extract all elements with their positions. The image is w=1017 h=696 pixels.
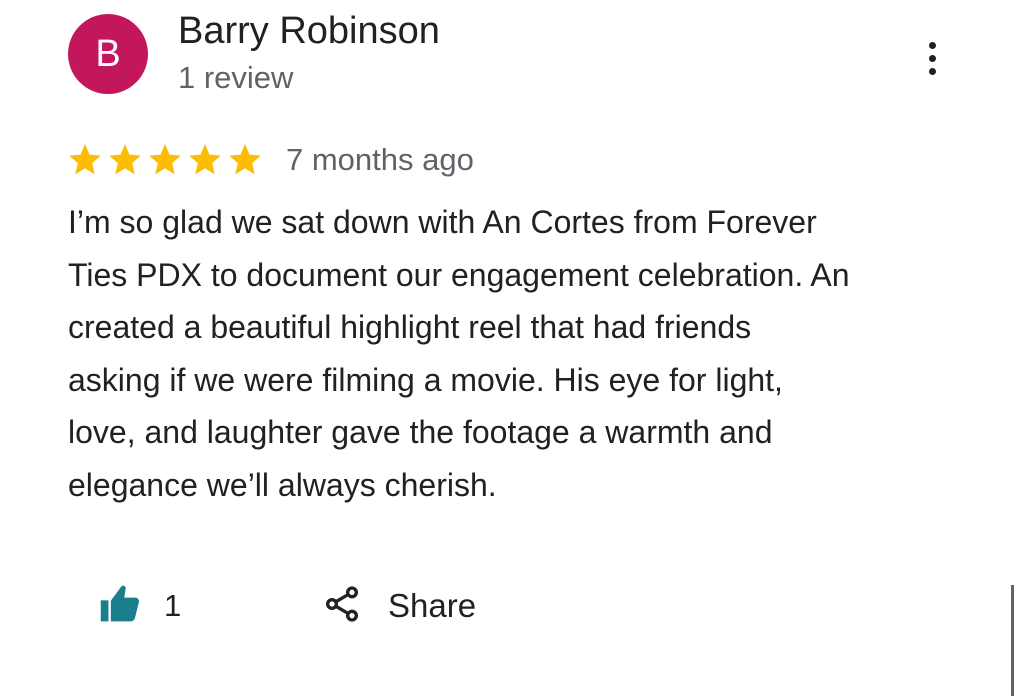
more-options-button[interactable] xyxy=(912,38,952,78)
star-icon xyxy=(186,141,224,179)
star-icon xyxy=(66,141,104,179)
review-card: B Barry Robinson 1 review 7 months ago I… xyxy=(0,0,1017,696)
review-text-line: created a beautiful highlight reel that … xyxy=(68,309,752,345)
reviewer-review-count: 1 review xyxy=(178,60,294,95)
star-icon xyxy=(106,141,144,179)
share-label: Share xyxy=(388,587,477,624)
reviewer-name[interactable]: Barry Robinson xyxy=(178,10,440,53)
scrollbar[interactable] xyxy=(1011,585,1014,696)
more-vert-icon-dot xyxy=(928,67,936,75)
star-rating xyxy=(66,141,264,179)
thumbs-up-icon xyxy=(98,582,142,631)
like-button[interactable]: 1 xyxy=(98,582,181,630)
like-count: 1 xyxy=(164,588,182,623)
star-icon xyxy=(226,141,264,179)
share-button[interactable]: Share xyxy=(322,582,476,630)
review-text-line: elegance we’ll always cherish. xyxy=(68,466,497,503)
more-vert-icon-dot xyxy=(928,54,936,62)
avatar[interactable]: B xyxy=(68,14,148,94)
share-icon xyxy=(322,584,362,629)
review-text-line: love, and laughter gave the footage a wa… xyxy=(68,414,773,450)
review-text-line: I’m so glad we sat down with An Cortes f… xyxy=(68,204,817,240)
rating-row: 7 months ago xyxy=(66,138,474,182)
star-icon xyxy=(146,141,184,179)
more-vert-icon xyxy=(928,41,936,49)
review-date: 7 months ago xyxy=(286,142,474,177)
review-text-line: Ties PDX to document our engagement cele… xyxy=(68,256,850,293)
review-text: I’m so glad we sat down with An Cortes f… xyxy=(68,196,968,511)
review-text-line: asking if we were filming a movie. His e… xyxy=(68,361,783,398)
avatar-initial: B xyxy=(95,32,121,75)
